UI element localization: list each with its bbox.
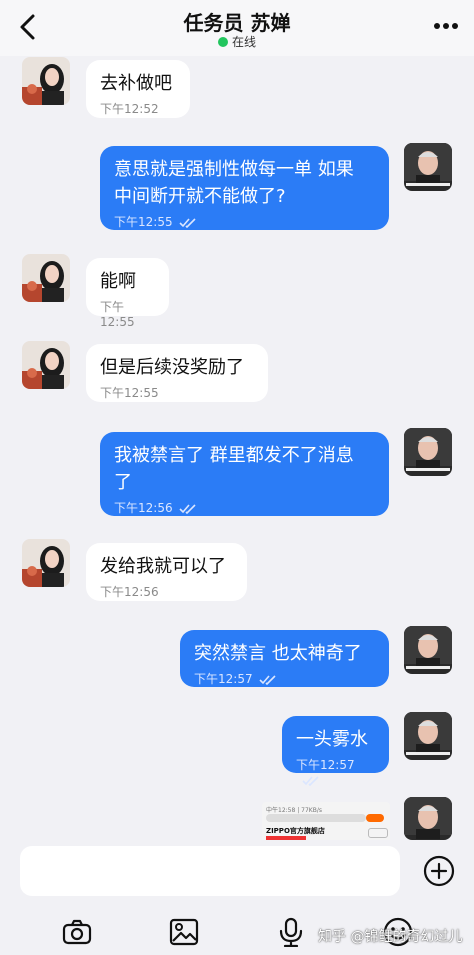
chat-header: 任务员 苏婵 在线: [0, 0, 474, 56]
image-shop-button: [366, 814, 384, 822]
message-bubble[interactable]: 意思就是强制性做每一单 如果 中间断开就不能做了? 下午12:55: [100, 146, 389, 230]
message-time: 下午12:56: [100, 585, 159, 599]
read-check-icon: [179, 218, 196, 229]
user-avatar[interactable]: [404, 712, 452, 760]
message-bubble[interactable]: 一头雾水 下午12:57: [282, 716, 389, 787]
more-options-icon[interactable]: [432, 18, 460, 34]
message-time: 下午12:52: [100, 102, 159, 116]
message-text: 意思就是强制性做每一单 如果 中间断开就不能做了?: [114, 159, 354, 207]
image-store-name: ZIPPO官方旗舰店: [266, 827, 325, 835]
message-time: 下午12:55: [100, 300, 135, 329]
message-time: 下午12:57: [194, 672, 253, 686]
message-text: 我被禁言了 群里都发不了消息 了: [114, 445, 354, 493]
online-dot-icon: [217, 37, 228, 47]
message-bubble[interactable]: 我被禁言了 群里都发不了消息 了 下午12:56: [100, 432, 389, 516]
image-icon[interactable]: [169, 917, 199, 947]
message-text: 但是后续没奖励了: [100, 357, 244, 378]
watermark: 知乎 @锦鲤的奇幻过儿: [318, 929, 463, 945]
message-bubble[interactable]: 去补做吧 下午12:52: [86, 60, 190, 118]
image-search-bar: [266, 814, 366, 822]
message-text: 去补做吧: [100, 73, 172, 94]
message-bubble[interactable]: 突然禁言 也太神奇了 下午12:57: [180, 630, 389, 687]
image-follow-button: [368, 828, 388, 838]
message-time: 下午12:57: [296, 758, 355, 772]
message-bubble[interactable]: 能啊 下午12:55: [86, 258, 169, 329]
input-area: 知乎 @锦鲤的奇幻过儿: [0, 840, 474, 955]
camera-icon[interactable]: [62, 917, 92, 947]
agent-avatar[interactable]: [22, 539, 70, 587]
message-time: 下午12:55: [114, 215, 173, 229]
image-status-line: 中午12:58 | 77KB/s: [266, 807, 322, 814]
agent-avatar[interactable]: [22, 57, 70, 105]
read-check-icon: [302, 776, 319, 787]
message-text: 能啊: [100, 271, 136, 292]
read-check-icon: [179, 504, 196, 515]
user-avatar[interactable]: [404, 143, 452, 191]
chat-title: 任务员 苏婵: [183, 11, 291, 35]
user-avatar[interactable]: [404, 797, 452, 840]
message-time: 下午12:56: [114, 501, 173, 515]
user-avatar[interactable]: [404, 626, 452, 674]
online-status: 在线: [0, 33, 474, 50]
message-text: 发给我就可以了: [100, 556, 226, 577]
message-bubble[interactable]: 发给我就可以了 下午12:56: [86, 543, 247, 601]
microphone-icon[interactable]: [276, 917, 306, 947]
status-label: 在线: [231, 35, 256, 49]
message-text: 突然禁言 也太神奇了: [194, 643, 362, 664]
message-text: 一头雾水: [296, 729, 368, 750]
message-bubble[interactable]: 但是后续没奖励了 下午12:55: [86, 344, 268, 402]
message-time: 下午12:55: [100, 386, 159, 400]
message-input[interactable]: [20, 846, 400, 896]
read-check-icon: [259, 675, 276, 686]
agent-avatar[interactable]: [22, 341, 70, 389]
user-avatar[interactable]: [404, 428, 452, 476]
plus-icon[interactable]: [423, 855, 455, 887]
agent-avatar[interactable]: [22, 254, 70, 302]
